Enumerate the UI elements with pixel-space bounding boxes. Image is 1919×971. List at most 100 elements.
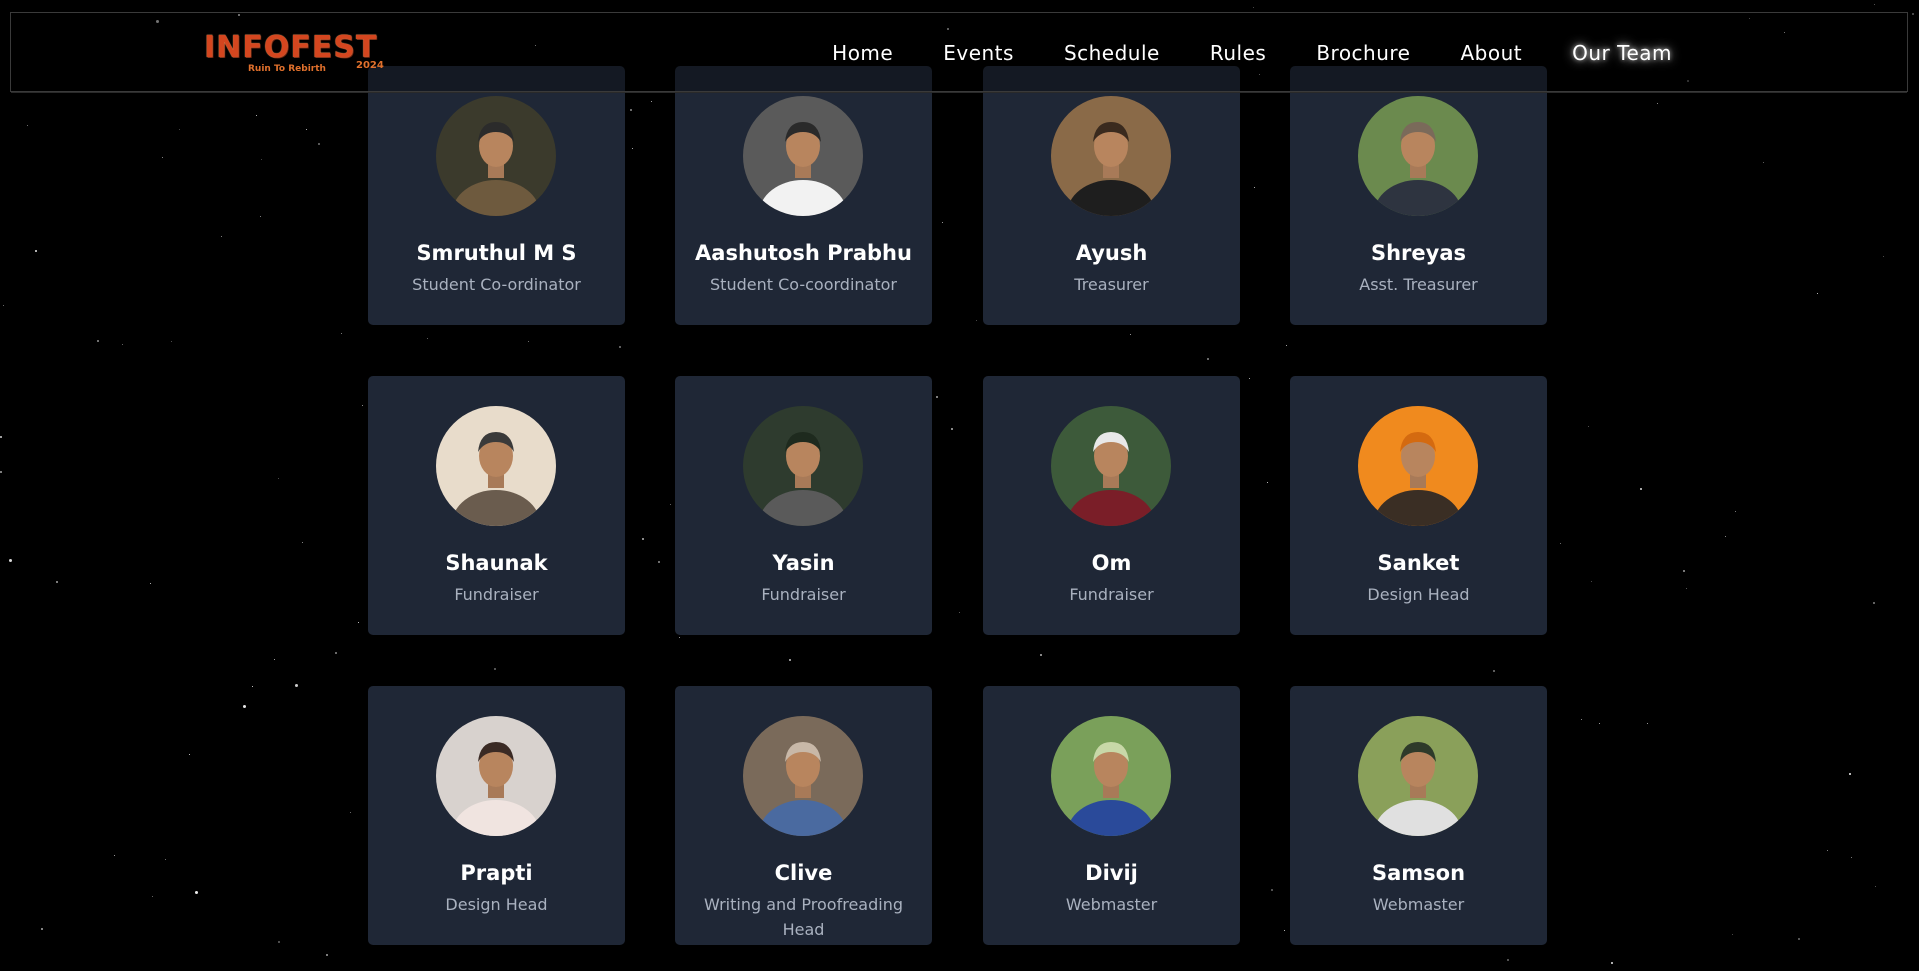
infofest-logo[interactable]: INFOFEST Ruin To Rebirth 2024 (204, 31, 400, 77)
nav-about[interactable]: About (1436, 39, 1548, 67)
portrait-photo (1051, 716, 1171, 836)
portrait-photo (436, 96, 556, 216)
team-card: Sanket Design Head (1290, 376, 1547, 635)
portrait-photo (436, 716, 556, 836)
star (1817, 293, 1818, 294)
star (195, 891, 198, 894)
star (1640, 488, 1642, 490)
portrait-photo (743, 96, 863, 216)
member-name: Shaunak (445, 551, 548, 575)
portrait-photo (1358, 716, 1478, 836)
star (1286, 345, 1287, 346)
star (619, 346, 621, 348)
star (1657, 103, 1658, 104)
star (1599, 723, 1600, 724)
member-role: Asst. Treasurer (1359, 275, 1478, 294)
star (1912, 13, 1914, 15)
nav-rules[interactable]: Rules (1185, 39, 1291, 67)
avatar (743, 96, 863, 216)
star (152, 896, 153, 897)
star (1267, 482, 1268, 483)
star (1249, 378, 1250, 379)
star (427, 338, 428, 339)
team-card: Yasin Fundraiser (675, 376, 932, 635)
star (341, 333, 342, 334)
star (1254, 187, 1255, 188)
logo-tagline: Ruin To Rebirth (248, 64, 326, 74)
star (1588, 426, 1589, 427)
top-navbar: INFOFEST Ruin To Rebirth 2024 Home Event… (10, 12, 1908, 93)
member-name: Yasin (772, 551, 835, 575)
nav-home[interactable]: Home (807, 39, 918, 67)
star (278, 941, 280, 943)
team-card: Clive Writing and Proofreading Head (675, 686, 932, 945)
star (1253, 7, 1254, 8)
star (1873, 602, 1875, 604)
star (651, 101, 652, 102)
nav-brochure[interactable]: Brochure (1291, 39, 1435, 67)
star (1725, 536, 1726, 537)
portrait-photo (743, 716, 863, 836)
member-name: Clive (774, 861, 833, 885)
star (1207, 358, 1209, 360)
star (1732, 934, 1733, 935)
star (942, 222, 943, 223)
avatar (1358, 406, 1478, 526)
avatar (1358, 96, 1478, 216)
nav-our-team[interactable]: Our Team (1547, 39, 1697, 67)
star (171, 341, 172, 342)
star (976, 320, 977, 321)
nav-schedule[interactable]: Schedule (1039, 39, 1185, 67)
star (1683, 570, 1685, 572)
star (27, 125, 28, 126)
avatar (436, 406, 556, 526)
star (56, 581, 58, 583)
star (3, 305, 4, 306)
portrait-photo (1358, 96, 1478, 216)
star (1763, 162, 1764, 163)
star (1875, 886, 1876, 887)
star (335, 652, 337, 654)
starfield-background (0, 0, 1919, 971)
member-name: Aashutosh Prabhu (695, 241, 912, 265)
star (261, 159, 262, 160)
star (1686, 588, 1687, 589)
star (1827, 850, 1828, 851)
star (679, 637, 680, 638)
member-name: Samson (1371, 861, 1466, 885)
member-role: Fundraiser (761, 585, 846, 604)
avatar (743, 716, 863, 836)
star (789, 659, 791, 661)
star (318, 143, 320, 145)
team-card: Samson Webmaster (1290, 686, 1547, 945)
star (658, 561, 660, 563)
star (252, 686, 253, 687)
star (1849, 773, 1851, 775)
star (256, 115, 257, 116)
team-card: Prapti Design Head (368, 686, 625, 945)
star (358, 622, 359, 623)
portrait-photo (1358, 406, 1478, 526)
star (162, 157, 163, 158)
logo-wordmark: INFOFEST (204, 30, 378, 65)
member-role: Fundraiser (454, 585, 539, 604)
star (670, 504, 671, 505)
member-role: Student Co-ordinator (412, 275, 581, 294)
team-card: Divij Webmaster (983, 686, 1240, 945)
member-name: Shreyas (1370, 241, 1467, 265)
avatar (436, 96, 556, 216)
member-role: Design Head (1367, 585, 1470, 604)
star (274, 659, 275, 660)
star (0, 436, 2, 438)
member-name: Divij (1085, 861, 1138, 885)
team-card: Aashutosh Prabhu Student Co-coordinator (675, 66, 932, 325)
member-name: Smruthul M S (416, 241, 577, 265)
star (951, 428, 953, 430)
avatar (743, 406, 863, 526)
nav-events[interactable]: Events (918, 39, 1039, 67)
star (1130, 334, 1131, 335)
member-role: Webmaster (1372, 895, 1465, 914)
avatar (1051, 406, 1171, 526)
star (179, 129, 180, 130)
star (642, 538, 644, 540)
